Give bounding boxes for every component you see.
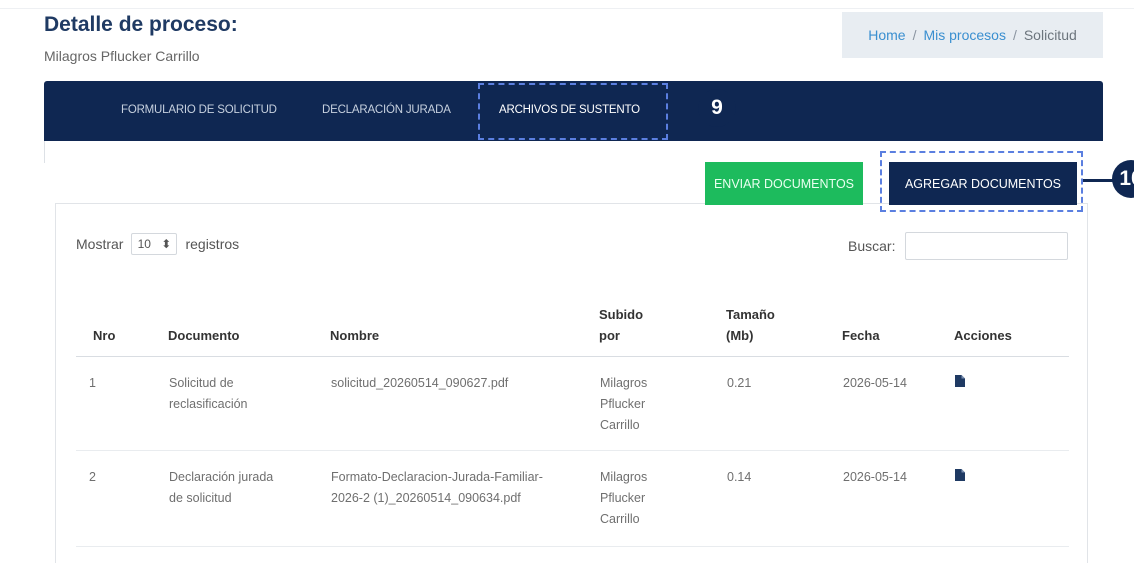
step-9-badge: 9 [698,89,736,127]
top-edge-line [0,0,1134,9]
cell-nro: 2 [76,450,168,547]
table-row: 1 Solicitud de reclasificación solicitud_… [76,356,1069,451]
breadcrumb-home[interactable]: Home [868,27,905,43]
documents-table: Nro Documento Nombre Subido por Tamaño (Mb… [76,282,1069,547]
breadcrumb-mis-procesos[interactable]: Mis procesos [923,27,1005,43]
records-label: registros [185,236,240,252]
document-icon[interactable] [955,373,969,394]
tab-declaracion-jurada[interactable]: DECLARACIÓN JURADA [322,81,451,141]
cell-nombre: solicitud_20260514_090627.pdf [330,356,599,451]
table-row: 2 Declaración jurada de solicitud Formato… [76,450,1069,547]
cell-documento: Solicitud de reclasificación [168,356,330,451]
cell-fecha: 2026-05-14 [842,356,954,451]
breadcrumb-current: Solicitud [1023,27,1077,43]
select-arrows-icon: ⬍ [161,237,172,251]
cell-acciones [954,450,1069,547]
page-length-value: 10 [137,237,151,251]
breadcrumb: Home / Mis procesos / Solicitud [842,12,1103,58]
cell-acciones [954,356,1069,451]
highlight-box-archivos-tab [478,83,668,140]
show-label: Mostrar [76,236,124,252]
search-input[interactable] [905,232,1069,260]
column-header-documento[interactable]: Documento [168,282,330,357]
cell-nombre: Formato-Declaracion-Jurada-Familiar- 2026… [330,450,599,547]
step-10-badge: 10 [1112,160,1134,198]
column-header-nombre[interactable]: Nombre [330,282,599,357]
cell-subido-por: Milagros Pflucker Carrillo [599,356,726,451]
column-header-fecha[interactable]: Fecha [842,282,954,357]
page-length-select[interactable]: 10 ⬍ [131,233,178,255]
search-label: Buscar: [848,238,896,254]
cell-tamano: 0.21 [726,356,842,451]
document-icon[interactable] [955,467,969,488]
page-title: Detalle de proceso: [44,13,238,36]
tab-formulario-de-solicitud[interactable]: FORMULARIO DE SOLICITUD [121,81,277,141]
applicant-name: Milagros Pflucker Carrillo [44,48,200,64]
card-left-border [44,141,45,163]
cell-fecha: 2026-05-14 [842,450,954,547]
highlight-box-add-button [880,151,1083,212]
send-documents-button[interactable]: ENVIAR DOCUMENTOS [705,162,863,205]
breadcrumb-separator: / [912,27,917,43]
cell-tamano: 0.14 [726,450,842,547]
column-header-subido-por[interactable]: Subido por [599,282,726,357]
cell-documento: Declaración jurada de solicitud [168,450,330,547]
column-header-acciones: Acciones [954,282,1069,357]
breadcrumb-separator: / [1012,27,1017,43]
cell-nro: 1 [76,356,168,451]
page-length-control: Mostrar 10 ⬍ registros [76,233,239,255]
table-header-row: Nro Documento Nombre Subido por Tamaño (Mb… [76,282,1069,357]
column-header-tamano[interactable]: Tamaño (Mb) [726,282,842,357]
column-header-nro[interactable]: Nro [76,282,168,357]
table-search-control: Buscar: [848,232,1069,260]
cell-subido-por: Milagros Pflucker Carrillo [599,450,726,547]
